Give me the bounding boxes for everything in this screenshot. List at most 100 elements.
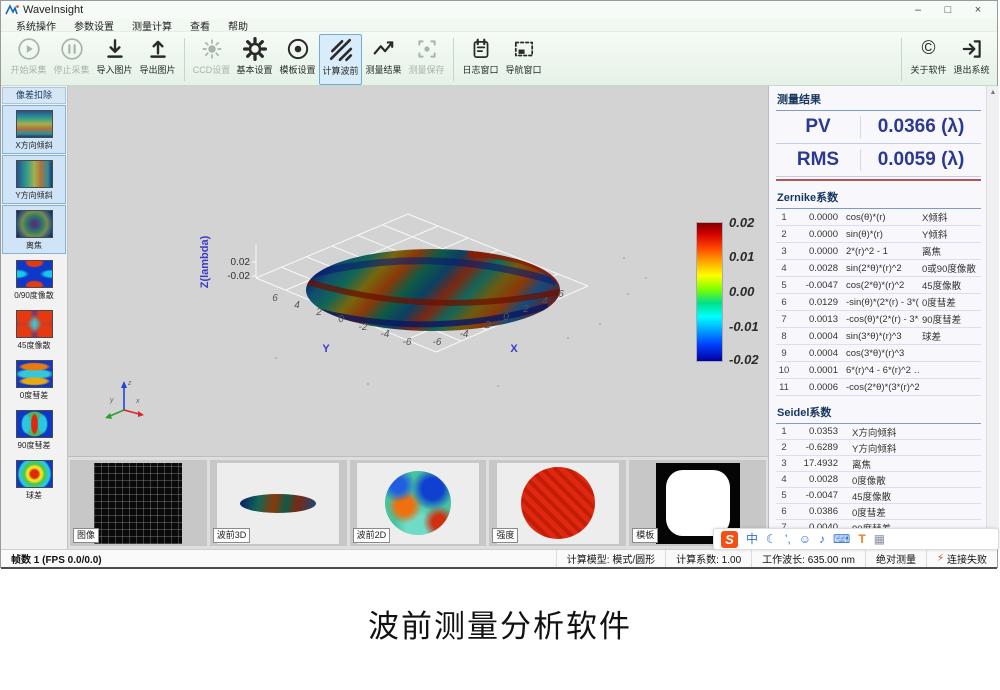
thumbnail-label: 模板	[632, 528, 658, 543]
x-tick: 2	[522, 304, 529, 315]
ccd-settings-button[interactable]: CCD设置	[190, 34, 233, 85]
exit-button[interactable]: 退出系统	[950, 34, 993, 85]
app-logo-icon	[5, 4, 19, 16]
seidel-row[interactable]: 10.0353X方向倾斜	[776, 424, 981, 440]
zernike-row[interactable]: 80.0004sin(3*θ)*(r)^3球差	[776, 328, 981, 345]
astig-0-90-thumbnail	[16, 260, 53, 288]
zernike-row[interactable]: 5-0.0047cos(2*θ)*(r)^245度像散	[776, 277, 981, 294]
zernike-row[interactable]: 110.0006-cos(2*θ)*(3*(r)^2 …	[776, 379, 981, 396]
close-button[interactable]: ×	[963, 4, 993, 16]
spherical-thumbnail	[16, 460, 53, 488]
seidel-row[interactable]: 317.4932离焦	[776, 456, 981, 472]
compute-wavefront-button[interactable]: 计算波前	[319, 34, 362, 85]
pv-value: 0.0366 (λ)	[861, 116, 981, 138]
zernike-row[interactable]: 30.00002*(r)^2 - 1离焦	[776, 243, 981, 260]
minimize-button[interactable]: –	[903, 4, 933, 16]
plot-canvas: 6 4 2 0 -2 -4 -6 -6 -4 -2 0 2 4 6 0.02 -…	[68, 86, 768, 456]
template-settings-button[interactable]: 模板设置	[276, 34, 319, 85]
sidebar-item-spherical[interactable]: 球差	[2, 455, 66, 504]
punctuation-icon[interactable]: ’,	[785, 529, 791, 549]
toolbar-spacer	[545, 34, 896, 85]
wavefront-3d-view[interactable]: 6 4 2 0 -2 -4 -6 -6 -4 -2 0 2 4 6 0.02 -…	[68, 86, 768, 456]
sidebar-item-astig-0-90[interactable]: 0/90度像散	[2, 255, 66, 304]
measurement-result-button[interactable]: 测量结果	[362, 34, 405, 85]
colorbar: 0.02 0.01 0.00 -0.01 -0.02	[696, 222, 723, 362]
zernike-row[interactable]: 20.0000sin(θ)*(r)Y倾斜	[776, 226, 981, 243]
voice-input-icon[interactable]: ♪	[819, 529, 825, 549]
menu-help[interactable]: 帮助	[219, 18, 257, 33]
export-image-button[interactable]: 导出图片	[136, 34, 179, 85]
about-button[interactable]: © 关于软件	[907, 34, 950, 85]
coma-90-thumbnail	[16, 410, 53, 438]
orientation-triad-icon: z y x	[105, 380, 144, 419]
rms-value: 0.0059 (λ)	[861, 149, 981, 171]
measurement-save-button[interactable]: 测量保存	[405, 34, 448, 85]
status-compute-model: 计算模型: 模式/圆形	[556, 550, 665, 567]
y-tick: 0	[338, 314, 344, 325]
rms-label: RMS	[776, 149, 861, 171]
chinese-mode-icon[interactable]: 中	[746, 529, 758, 549]
scroll-up-icon[interactable]: ▲	[987, 86, 999, 99]
thumbnail-wavefront-3d[interactable]: 波前3D	[210, 460, 347, 546]
window-bottom-edge	[1, 567, 997, 569]
moon-mode-icon[interactable]: ☾	[766, 529, 777, 549]
start-capture-button[interactable]: 开始采集	[7, 34, 50, 85]
zernike-row[interactable]: 100.00016*(r)^4 - 6*(r)^2 …	[776, 362, 981, 379]
import-image-button[interactable]: 导入图片	[93, 34, 136, 85]
sidebar-item-astig-45[interactable]: 45度像散	[2, 305, 66, 354]
skin-icon[interactable]: T	[858, 529, 865, 549]
zernike-row[interactable]: 10.0000cos(θ)*(r)X倾斜	[776, 209, 981, 226]
menu-system[interactable]: 系统操作	[7, 18, 65, 33]
thumbnail-strip: 图像 波前3D 波前2D 强度 模板	[68, 456, 768, 549]
thumbnail-wavefront-2d[interactable]: 波前2D	[350, 460, 487, 546]
thumbnail-label: 波前3D	[213, 528, 251, 543]
menu-view[interactable]: 查看	[181, 18, 219, 33]
menu-parameters[interactable]: 参数设置	[65, 18, 123, 33]
menu-measure-compute[interactable]: 测量计算	[123, 18, 181, 33]
aberration-sidebar: 像差扣除 X方向倾斜 Y方向倾斜 离焦 0/90度像散 45度像散 0度彗差 9…	[1, 86, 68, 549]
seidel-row[interactable]: 60.03860度彗差	[776, 504, 981, 520]
menu-bar: 系统操作 参数设置 测量计算 查看 帮助	[1, 19, 997, 32]
pause-icon	[50, 35, 93, 63]
zernike-row[interactable]: 60.0129-sin(θ)*(2*(r) - 3*(r…0度彗差	[776, 294, 981, 311]
basic-settings-button[interactable]: 基本设置	[233, 34, 276, 85]
exit-door-icon	[950, 35, 993, 63]
ime-toolbar: S 中 ☾ ’, ☺ ♪ ⌨ T ▦	[713, 528, 999, 550]
zernike-row[interactable]: 90.0004cos(3*θ)*(r)^3	[776, 345, 981, 362]
toolbox-icon[interactable]: ▦	[874, 529, 885, 549]
results-content: 测量结果 PV 0.0366 (λ) RMS 0.0059 (λ) Zernik…	[769, 86, 986, 549]
seidel-row[interactable]: 40.00280度像散	[776, 472, 981, 488]
svg-text:x: x	[135, 398, 140, 405]
svg-text:z: z	[127, 380, 132, 387]
sidebar-item-defocus[interactable]: 离焦	[2, 205, 66, 254]
zernike-header: Zernike系数	[776, 187, 981, 209]
zernike-row[interactable]: 70.0013-cos(θ)*(2*(r) - 3*(…90度彗差	[776, 311, 981, 328]
thumbnail-camera-image[interactable]: 图像	[70, 460, 207, 546]
sidebar-item-x-tilt[interactable]: X方向倾斜	[2, 105, 66, 154]
sidebar-item-y-tilt[interactable]: Y方向倾斜	[2, 155, 66, 204]
keyboard-icon[interactable]: ⌨	[833, 529, 850, 549]
zernike-row[interactable]: 40.0028sin(2*θ)*(r)^20或90度像散	[776, 260, 981, 277]
thumbnail-label: 强度	[492, 528, 518, 543]
maximize-button[interactable]: □	[933, 4, 963, 16]
seidel-row[interactable]: 5-0.004745度像散	[776, 488, 981, 504]
dashed-window-icon	[502, 35, 545, 63]
sidebar-item-coma-90[interactable]: 90度彗差	[2, 405, 66, 454]
z-tick: -0.02	[227, 271, 250, 282]
thumbnail-intensity[interactable]: 强度	[489, 460, 626, 546]
nav-window-button[interactable]: 导航窗口	[502, 34, 545, 85]
status-wavelength: 工作波长: 635.00 nm	[751, 550, 865, 567]
notepad-icon	[459, 35, 502, 63]
sogou-logo-icon[interactable]: S	[721, 531, 738, 548]
panel-scrollbar[interactable]: ▲ ▼	[986, 86, 999, 549]
y-axis-label: Y	[322, 343, 330, 355]
x-tick: 6	[558, 289, 564, 300]
log-window-button[interactable]: 日志窗口	[459, 34, 502, 85]
sidebar-item-coma-0[interactable]: 0度彗差	[2, 355, 66, 404]
x-tick: 0	[503, 312, 509, 323]
seidel-row[interactable]: 2-0.6289Y方向倾斜	[776, 440, 981, 456]
emoji-icon[interactable]: ☺	[799, 529, 811, 549]
target-icon	[276, 35, 319, 63]
upload-arrow-icon	[136, 35, 179, 63]
stop-capture-button[interactable]: 停止采集	[50, 34, 93, 85]
